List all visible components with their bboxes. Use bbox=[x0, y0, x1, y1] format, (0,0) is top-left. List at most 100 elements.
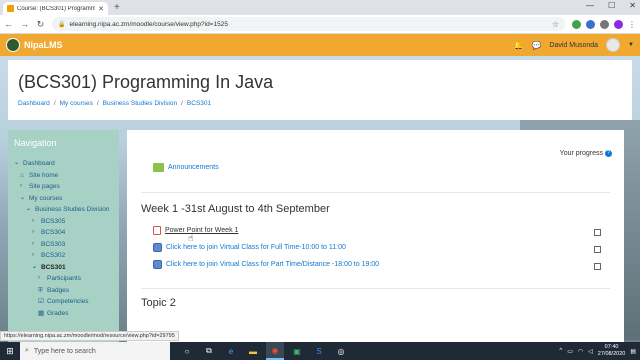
chevron-down-icon[interactable]: ▼ bbox=[628, 42, 634, 48]
notifications-bell-icon[interactable]: 🔔 bbox=[513, 41, 523, 50]
nav-item-bcs303[interactable]: › BCS303 bbox=[14, 239, 113, 251]
moodle-favicon-icon bbox=[7, 5, 14, 12]
nav-item-bcs304[interactable]: › BCS304 bbox=[14, 227, 113, 239]
breadcrumb-course[interactable]: BCS301 bbox=[187, 100, 211, 107]
close-window-icon[interactable]: ✕ bbox=[629, 1, 636, 10]
extension-icon[interactable] bbox=[586, 19, 595, 29]
address-bar: ← → ↻ 🔒 elearning.nipa.ac.zm/moodle/cour… bbox=[0, 15, 640, 34]
chevron-down-icon: ⌄ bbox=[14, 160, 20, 166]
notification-center-icon[interactable]: ▤ bbox=[630, 348, 636, 355]
breadcrumb-separator: / bbox=[181, 100, 183, 107]
nav-item-participants[interactable]: › Participants bbox=[14, 273, 113, 285]
window-controls: — ☐ ✕ bbox=[586, 1, 636, 10]
site-logo-icon[interactable] bbox=[6, 38, 20, 52]
chrome-icon[interactable]: ◉ bbox=[266, 342, 284, 360]
your-progress: Your progress ? bbox=[560, 150, 612, 157]
chevron-right-icon: › bbox=[20, 183, 22, 189]
bookmark-star-icon[interactable]: ☆ bbox=[552, 20, 559, 29]
nav-item-label: BCS302 bbox=[41, 252, 66, 259]
nav-item-label: Site pages bbox=[29, 183, 60, 190]
nav-item-site-home[interactable]: ⌂ Site home bbox=[14, 170, 113, 182]
reload-icon[interactable]: ↻ bbox=[36, 19, 45, 30]
page-title: (BCS301) Programming In Java bbox=[18, 72, 274, 92]
nav-item-badges[interactable]: ⛨ Badges bbox=[14, 285, 113, 297]
app-icon[interactable]: ◎ bbox=[332, 342, 350, 360]
url-text: elearning.nipa.ac.zm/moodle/course/view.… bbox=[69, 20, 228, 28]
nav-item-label: Dashboard bbox=[23, 160, 55, 167]
clock-date: 27/08/2020 bbox=[597, 351, 626, 357]
nav-item-bcs302[interactable]: › BCS302 bbox=[14, 250, 113, 262]
file-explorer-icon[interactable]: ▬ bbox=[244, 342, 262, 360]
edge-icon[interactable]: e bbox=[222, 342, 240, 360]
chevron-right-icon: › bbox=[38, 275, 40, 281]
powerpoint-file-icon bbox=[153, 226, 161, 235]
site-navbar: NipaLMS 🔔 💬 David Musonda ▼ bbox=[0, 34, 640, 56]
nav-item-label: BCS305 bbox=[41, 217, 66, 225]
activity-virtual-class-part-time[interactable]: Click here to join Virtual Class for Par… bbox=[153, 260, 379, 269]
section-title-topic-2: Topic 2 bbox=[141, 297, 176, 309]
skype-icon[interactable]: S bbox=[310, 342, 328, 360]
browser-tab[interactable]: Course: (BCS301) Programming In... ✕ bbox=[3, 2, 108, 15]
windows-start-icon[interactable]: ⊞ bbox=[0, 342, 20, 360]
profile-icon[interactable] bbox=[614, 19, 623, 29]
nav-item-label: Business Studies Division bbox=[35, 206, 110, 213]
battery-icon[interactable]: ▭ bbox=[567, 348, 573, 355]
nav-item-dashboard[interactable]: ⌄ Dashboard bbox=[14, 158, 113, 170]
chevron-right-icon: › bbox=[32, 229, 34, 235]
menu-kebab-icon[interactable]: ⋮ bbox=[628, 20, 636, 29]
clock[interactable]: 07:40 27/08/2020 bbox=[598, 344, 626, 358]
back-icon[interactable]: ← bbox=[4, 19, 13, 29]
chevron-down-icon: ⌄ bbox=[20, 194, 26, 201]
nav-item-my-courses[interactable]: ⌄ My courses bbox=[14, 193, 113, 205]
url-link-icon bbox=[153, 243, 162, 252]
messages-icon[interactable]: 💬 bbox=[531, 41, 541, 50]
chevron-right-icon: › bbox=[32, 252, 34, 258]
completion-checkbox[interactable] bbox=[594, 263, 601, 270]
nav-item-grades[interactable]: ▦ Grades bbox=[14, 308, 113, 320]
breadcrumb-division[interactable]: Business Studies Division bbox=[103, 100, 177, 107]
activity-powerpoint-week-1[interactable]: Power Point for Week 1 bbox=[153, 226, 238, 235]
avatar[interactable] bbox=[606, 38, 621, 52]
tab-title: Course: (BCS301) Programming In... bbox=[17, 5, 96, 12]
nav-item-bcs305[interactable]: › BCS305 bbox=[14, 216, 113, 228]
section-divider bbox=[141, 192, 610, 193]
close-tab-icon[interactable]: ✕ bbox=[98, 5, 104, 13]
puzzle-icon[interactable] bbox=[600, 19, 609, 29]
maximize-icon[interactable]: ☐ bbox=[608, 1, 615, 10]
announcements-link[interactable]: Announcements bbox=[153, 163, 219, 172]
breadcrumb-my-courses[interactable]: My courses bbox=[60, 100, 93, 107]
nav-item-label: BCS301 bbox=[41, 263, 66, 271]
home-icon: ⌂ bbox=[20, 171, 24, 179]
mouse-pointer-icon: ☝ bbox=[188, 233, 194, 243]
extension-icon[interactable] bbox=[572, 19, 581, 29]
task-view-icon[interactable]: ⧉ bbox=[200, 342, 218, 360]
section-title-week-1: Week 1 -31st August to 4th September bbox=[141, 203, 330, 215]
forward-icon[interactable]: → bbox=[20, 19, 29, 29]
activity-label: Click here to join Virtual Class for Ful… bbox=[166, 244, 346, 251]
url-input[interactable]: 🔒 elearning.nipa.ac.zm/moodle/course/vie… bbox=[52, 17, 565, 31]
nav-item-site-pages[interactable]: › Site pages bbox=[14, 181, 113, 193]
nav-item-label: My courses bbox=[29, 194, 63, 202]
navigation-block: Navigation ⌄ Dashboard ⌂ Site home › Site p… bbox=[8, 130, 119, 342]
lock-icon: 🔒 bbox=[58, 21, 66, 28]
minimize-icon[interactable]: — bbox=[586, 1, 594, 10]
nav-item-bcs301[interactable]: ⌄ BCS301 bbox=[14, 262, 113, 274]
help-icon[interactable]: ? bbox=[605, 150, 612, 157]
nav-item-competencies[interactable]: ☑ Competencies bbox=[14, 296, 113, 308]
chevron-up-icon[interactable]: ^ bbox=[559, 348, 562, 354]
chevron-down-icon: ⌄ bbox=[32, 263, 38, 270]
user-name[interactable]: David Musonda bbox=[549, 42, 598, 49]
volume-icon[interactable]: ◁ bbox=[588, 348, 593, 355]
activity-virtual-class-full-time[interactable]: Click here to join Virtual Class for Ful… bbox=[153, 243, 346, 252]
browser-tab-strip: Course: (BCS301) Programming In... ✕ + —… bbox=[0, 0, 640, 15]
cortana-icon[interactable]: ○ bbox=[178, 342, 196, 360]
new-tab-button[interactable]: + bbox=[114, 2, 120, 13]
site-brand[interactable]: NipaLMS bbox=[24, 40, 63, 50]
taskbar-search-input[interactable]: ⌕ Type here to search bbox=[20, 342, 170, 360]
completion-checkbox[interactable] bbox=[594, 229, 601, 236]
wifi-icon[interactable]: ◠ bbox=[578, 348, 583, 355]
breadcrumb-dashboard[interactable]: Dashboard bbox=[18, 100, 50, 107]
store-icon[interactable]: ▣ bbox=[288, 342, 306, 360]
nav-item-business-studies[interactable]: ⌄ Business Studies Division bbox=[14, 204, 113, 216]
completion-checkbox[interactable] bbox=[594, 246, 601, 253]
